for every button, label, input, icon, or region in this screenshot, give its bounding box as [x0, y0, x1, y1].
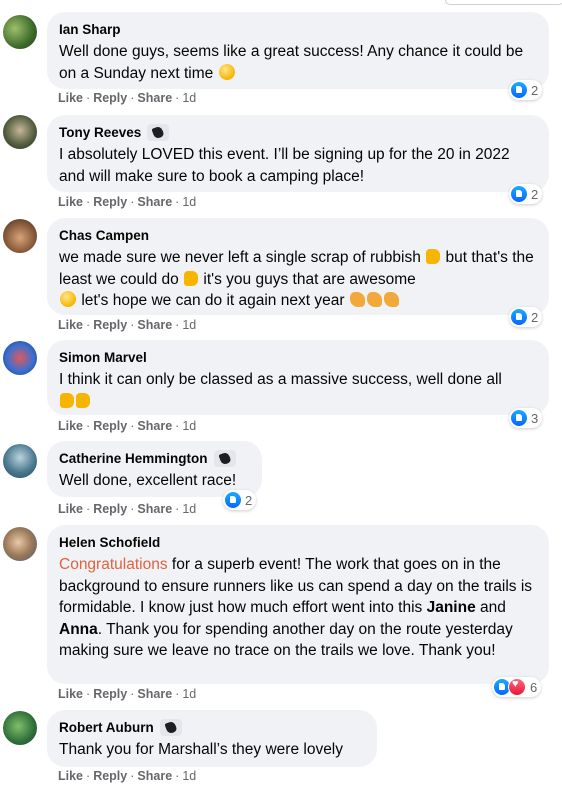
like-button[interactable]: Like: [58, 419, 83, 433]
reaction-count: 2: [245, 492, 253, 508]
top-fan-badge-icon[interactable]: [147, 123, 170, 141]
share-button[interactable]: Share: [137, 687, 172, 701]
like-button[interactable]: Like: [58, 91, 83, 105]
comment-timestamp[interactable]: 1d: [182, 318, 196, 332]
like-reaction-icon: [511, 186, 527, 202]
like-reaction-icon: [511, 82, 527, 98]
comment-author[interactable]: Catherine Hemmington: [59, 451, 208, 466]
comment-actions: Like · Reply · Share · 1d: [58, 318, 197, 332]
reaction-summary[interactable]: 2: [223, 490, 257, 510]
comment-timestamp[interactable]: 1d: [182, 419, 196, 433]
reply-button[interactable]: Reply: [93, 318, 127, 332]
comment-timestamp[interactable]: 1d: [182, 769, 196, 783]
comment-text: Thank you for Marshall’s they were lovel…: [59, 741, 344, 758]
share-button[interactable]: Share: [137, 769, 172, 783]
comment-text: we made sure we never left a single scra…: [59, 249, 534, 309]
avatar[interactable]: [3, 219, 37, 253]
reply-button[interactable]: Reply: [93, 195, 127, 209]
like-button[interactable]: Like: [58, 195, 83, 209]
comment-author[interactable]: Robert Auburn: [59, 720, 154, 735]
reaction-summary[interactable]: 3: [509, 408, 543, 428]
comment-actions: Like · Reply · Share · 1d: [58, 195, 197, 209]
comment-timestamp[interactable]: 1d: [182, 687, 196, 701]
reply-button[interactable]: Reply: [93, 687, 127, 701]
comment-bubble: Tony Reeves I absolutely LOVED this even…: [47, 115, 549, 192]
comment-text: Well done guys, seems like a great succe…: [59, 43, 524, 82]
comment-bubble: Helen Schofield Congratulations for a su…: [47, 525, 549, 684]
comment-bubble: Ian Sharp Well done guys, seems like a g…: [47, 12, 549, 89]
comment-author[interactable]: Simon Marvel: [59, 350, 147, 365]
grinning-face-icon: [60, 291, 76, 307]
comment-actions: Like · Reply · Share · 1d: [58, 687, 197, 701]
thumbs-up-icon: [426, 249, 441, 264]
comment-text: Well done, excellent race!: [59, 472, 237, 489]
comment-timestamp[interactable]: 1d: [182, 502, 196, 516]
share-button[interactable]: Share: [137, 195, 172, 209]
like-button[interactable]: Like: [58, 769, 83, 783]
clapping-hands-icon: [349, 292, 365, 307]
thumbs-up-icon: [76, 392, 90, 408]
reply-button[interactable]: Reply: [93, 419, 127, 433]
comment-timestamp[interactable]: 1d: [182, 195, 196, 209]
thumbs-up-icon: [184, 270, 199, 286]
like-reaction-icon: [511, 410, 527, 426]
love-reaction-icon: [508, 678, 526, 696]
avatar[interactable]: [3, 15, 37, 49]
reaction-summary[interactable]: 2: [509, 184, 543, 204]
comment-text: Congratulations for a superb event! The …: [59, 556, 533, 659]
reply-button[interactable]: Reply: [93, 502, 127, 516]
share-button[interactable]: Share: [137, 419, 172, 433]
highlighted-word[interactable]: Congratulations: [59, 556, 168, 573]
like-button[interactable]: Like: [58, 687, 83, 701]
comment-actions: Like · Reply · Share · 1d: [58, 91, 197, 105]
comment-bubble: Simon Marvel I think it can only be clas…: [47, 340, 549, 415]
thumbs-up-icon: [60, 392, 74, 408]
reaction-count: 6: [530, 679, 538, 695]
clapping-hands-icon: [383, 292, 399, 307]
reply-button[interactable]: Reply: [93, 769, 127, 783]
avatar[interactable]: [3, 115, 37, 149]
comment-actions: Like · Reply · Share · 1d: [58, 502, 197, 516]
comment-text: I think it can only be classed as a mass…: [59, 369, 537, 412]
reaction-count: 2: [531, 82, 539, 98]
like-button[interactable]: Like: [58, 318, 83, 332]
comment-author[interactable]: Ian Sharp: [59, 22, 121, 37]
avatar[interactable]: [3, 711, 37, 745]
reaction-summary[interactable]: 2: [509, 307, 543, 327]
reply-button[interactable]: Reply: [93, 91, 127, 105]
share-button[interactable]: Share: [137, 502, 172, 516]
top-fan-badge-icon[interactable]: [213, 449, 236, 467]
share-button[interactable]: Share: [137, 318, 172, 332]
comment-author[interactable]: Helen Schofield: [59, 535, 160, 550]
comment-actions: Like · Reply · Share · 1d: [58, 419, 197, 433]
clapping-hands-icon: [366, 292, 382, 307]
like-reaction-icon: [511, 309, 527, 325]
like-button[interactable]: Like: [58, 502, 83, 516]
previous-panel-edge: [445, 0, 562, 5]
comment-bubble: Catherine Hemmington Well done, excellen…: [47, 441, 262, 497]
avatar[interactable]: [3, 444, 37, 478]
comment-actions: Like · Reply · Share · 1d: [58, 769, 197, 783]
comment-bubble: Chas Campen we made sure we never left a…: [47, 218, 549, 315]
share-button[interactable]: Share: [137, 91, 172, 105]
reaction-count: 2: [531, 309, 539, 325]
reaction-summary[interactable]: 2: [509, 80, 543, 100]
comment-author[interactable]: Chas Campen: [59, 228, 149, 243]
like-reaction-icon: [225, 492, 241, 508]
mentioned-name: Janine: [426, 599, 476, 616]
comment-author[interactable]: Tony Reeves: [59, 125, 141, 140]
reaction-count: 2: [531, 186, 539, 202]
avatar[interactable]: [3, 527, 37, 561]
avatar[interactable]: [3, 341, 37, 375]
reaction-summary[interactable]: 6: [492, 677, 542, 697]
comment-bubble: Robert Auburn Thank you for Marshall’s t…: [47, 710, 377, 767]
winking-face-icon: [218, 63, 235, 80]
reaction-count: 3: [531, 410, 539, 426]
top-fan-badge-icon[interactable]: [159, 718, 182, 736]
comment-text: I absolutely LOVED this event. I’ll be s…: [59, 146, 510, 185]
comment-timestamp[interactable]: 1d: [182, 91, 196, 105]
mentioned-name: Anna: [59, 620, 98, 638]
